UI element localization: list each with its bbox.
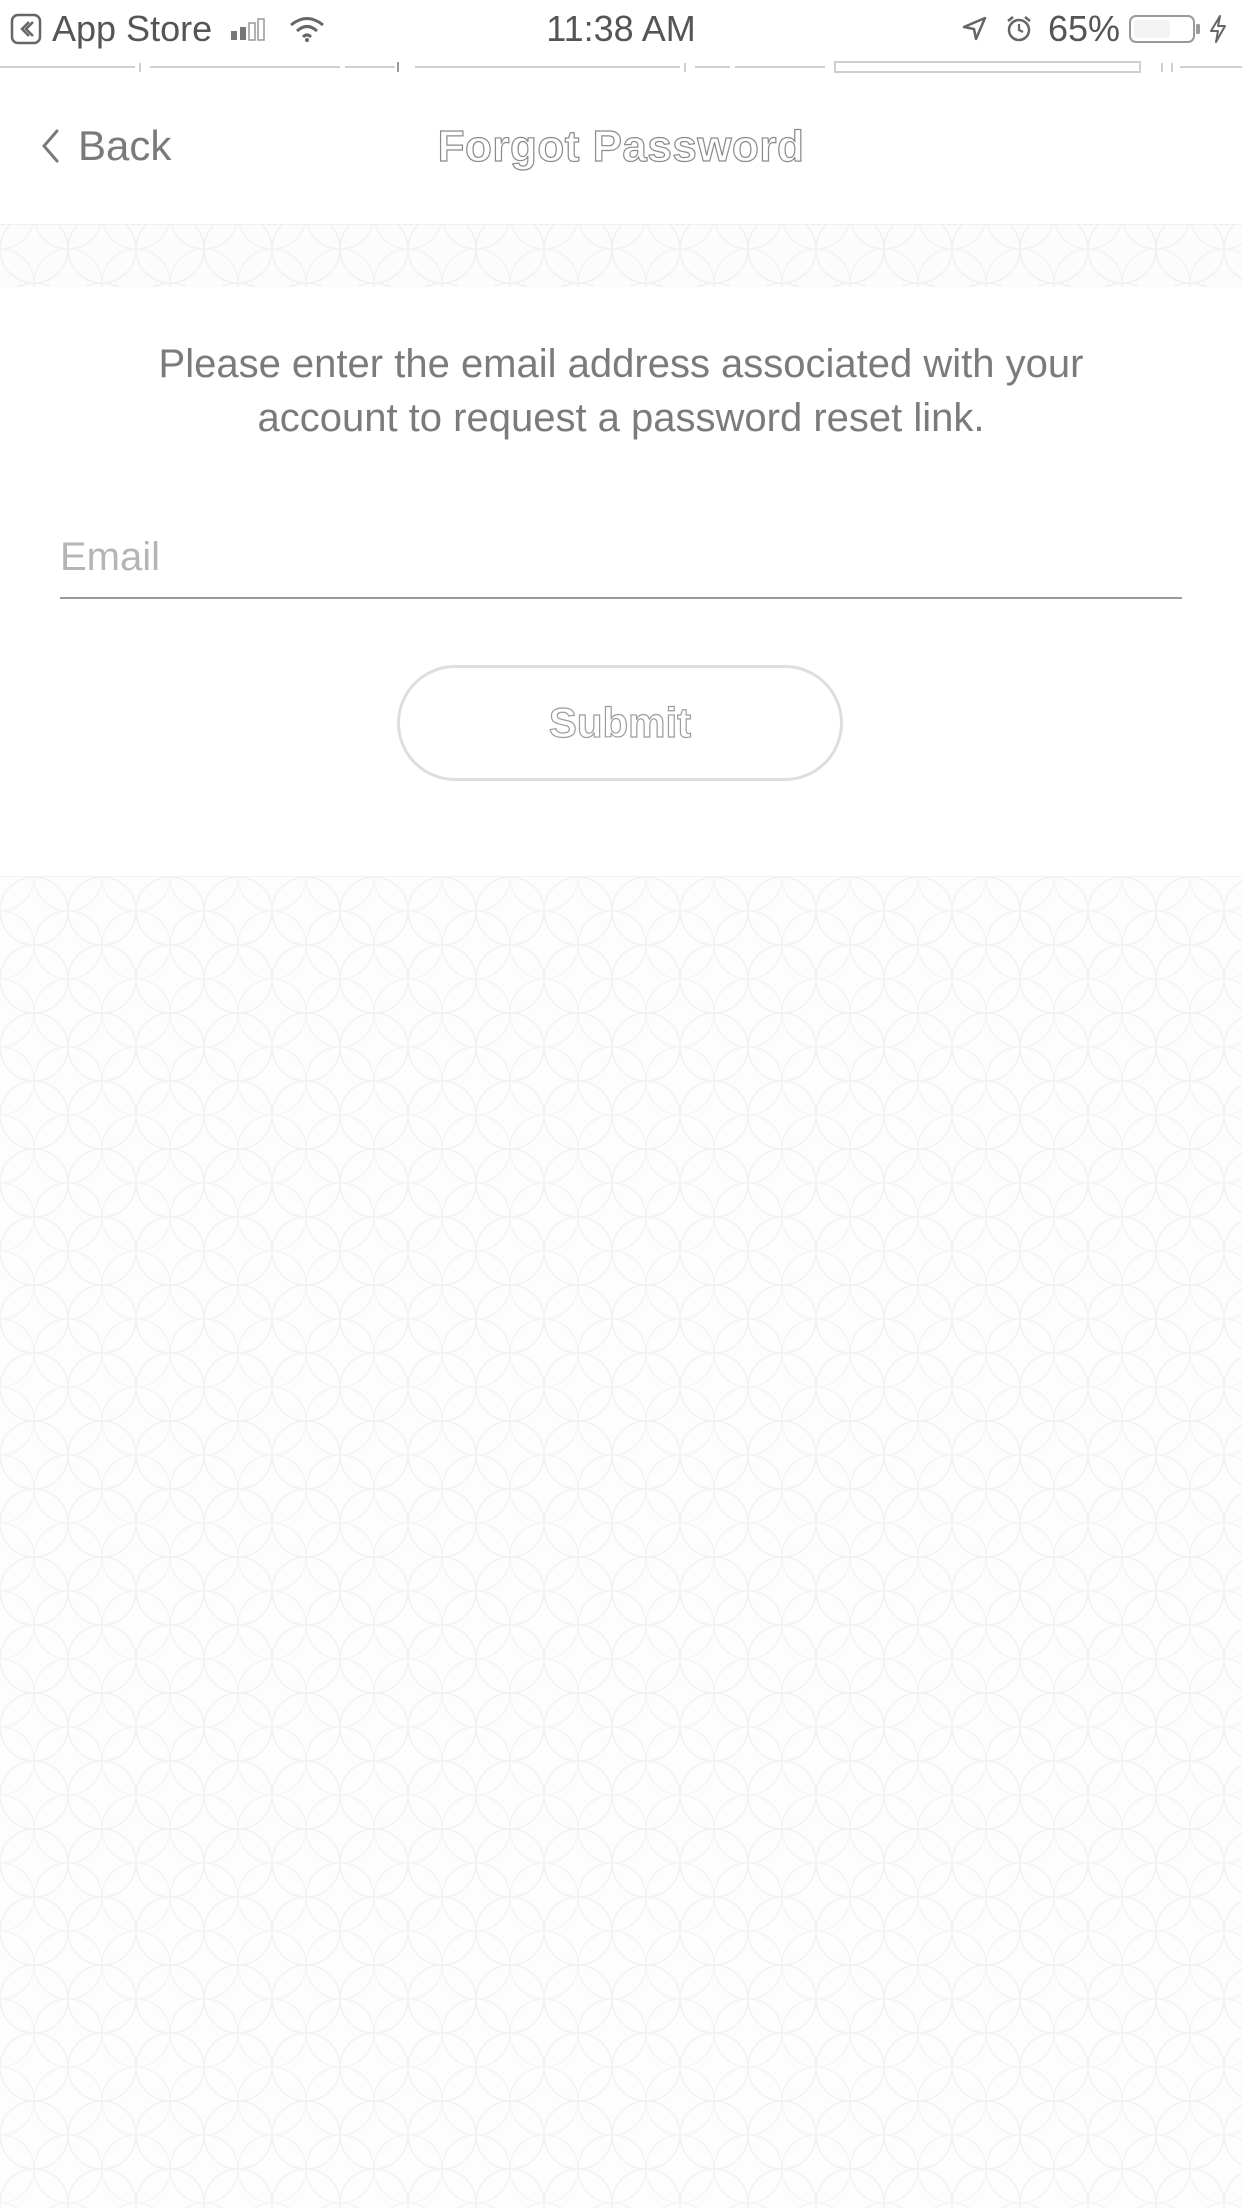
status-bar: App Store 11:38 AM 65% bbox=[0, 0, 1242, 60]
navigation-bar: Back Forgot Password bbox=[0, 74, 1242, 224]
instructions-text: Please enter the email address associate… bbox=[158, 342, 1084, 440]
location-icon bbox=[960, 15, 988, 43]
decorative-pattern-band bbox=[0, 224, 1242, 288]
page-title: Forgot Password bbox=[437, 121, 805, 171]
alarm-icon bbox=[1004, 14, 1034, 44]
forgot-password-form: Please enter the email address associate… bbox=[0, 287, 1242, 875]
progress-strip bbox=[0, 61, 1242, 73]
submit-button[interactable]: Submit bbox=[397, 665, 843, 781]
battery-percent: 65% bbox=[1047, 8, 1120, 49]
email-field[interactable] bbox=[60, 517, 1182, 599]
decorative-pattern-background bbox=[0, 876, 1242, 2208]
battery-icon bbox=[1128, 13, 1202, 45]
forgot-password-screen: App Store 11:38 AM 65% Back Forgot Passw… bbox=[0, 0, 1242, 2208]
charging-icon bbox=[1208, 14, 1228, 44]
status-right: 65% bbox=[960, 8, 1228, 50]
